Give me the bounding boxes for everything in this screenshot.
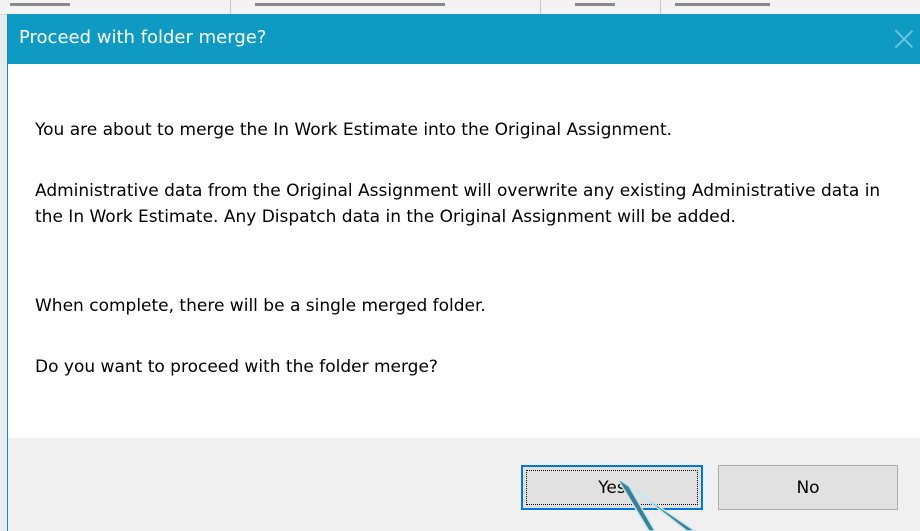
screen: Proceed with folder merge? You are about… — [0, 0, 920, 531]
message-proceed-question: Do you want to proceed with the folder m… — [35, 357, 438, 377]
dialog-message-area: You are about to merge the In Work Estim… — [8, 64, 920, 438]
dialog-titlebar[interactable]: Proceed with folder merge? — [8, 14, 920, 64]
no-button-label: No — [796, 477, 820, 498]
message-administrative-data: Administrative data from the Original As… — [35, 181, 881, 227]
merge-confirmation-dialog: Proceed with folder merge? You are about… — [7, 14, 920, 531]
dialog-title: Proceed with folder merge? — [19, 27, 267, 48]
no-button[interactable]: No — [718, 465, 898, 510]
close-icon[interactable] — [894, 29, 914, 49]
background-app-strip — [0, 0, 920, 15]
background-text-fragment — [675, 3, 770, 6]
background-text-fragment — [10, 3, 70, 6]
message-merge-intro: You are about to merge the In Work Estim… — [35, 120, 673, 140]
mouse-pointer-icon — [617, 478, 697, 531]
background-text-fragment — [255, 3, 445, 6]
message-single-folder: When complete, there will be a single me… — [35, 296, 486, 316]
background-text-fragment — [575, 3, 615, 6]
